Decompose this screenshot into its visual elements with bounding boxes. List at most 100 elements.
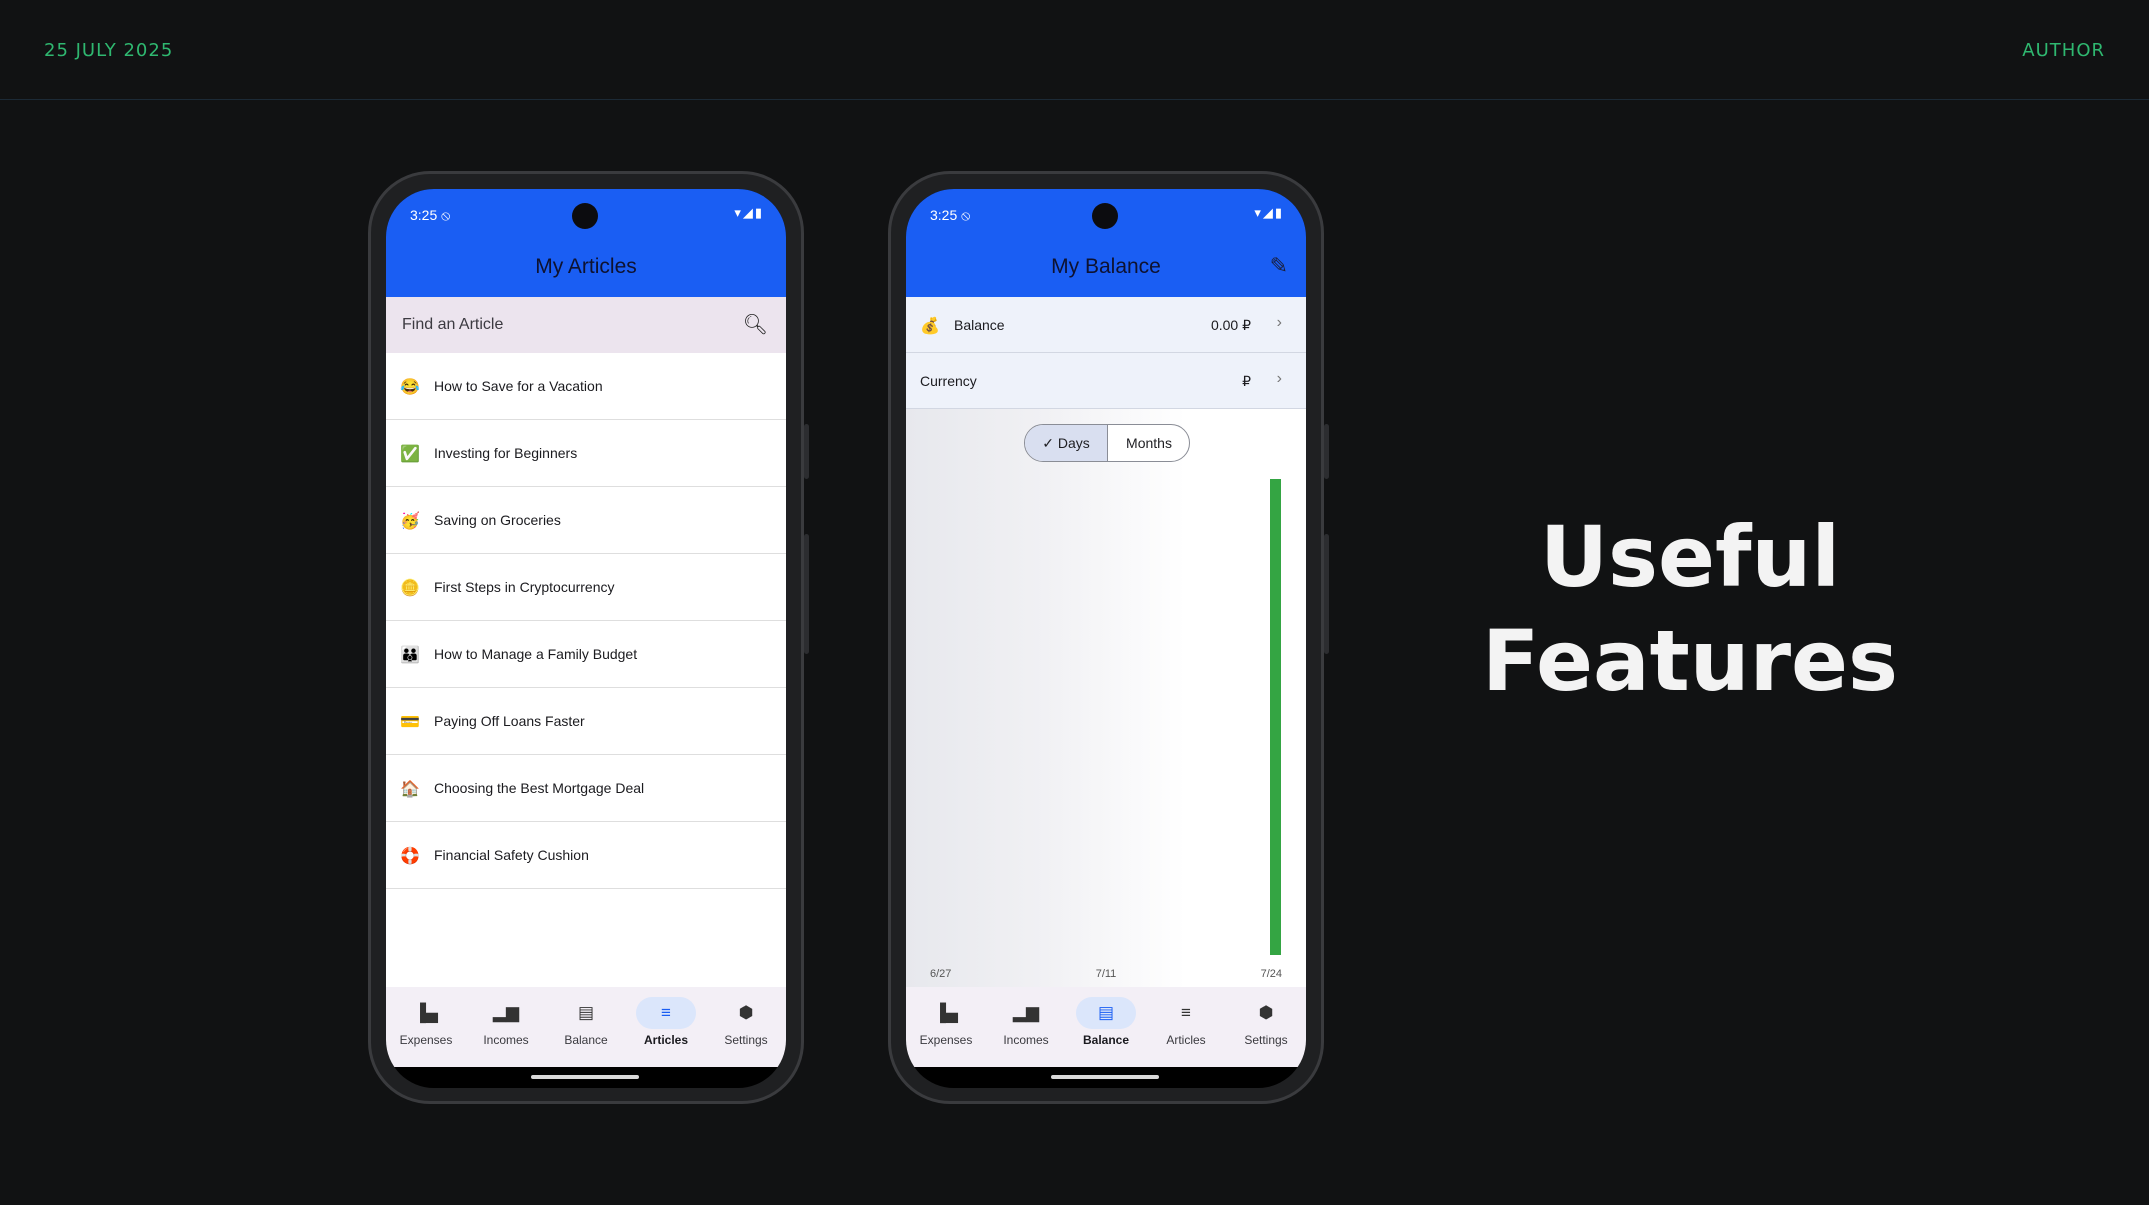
- search-bar[interactable]: Find an Article 🔍︎: [386, 297, 786, 353]
- nav-expenses[interactable]: ▐▄ Expenses: [386, 997, 466, 1047]
- article-title: Financial Safety Cushion: [434, 847, 589, 863]
- currency-row[interactable]: Currency ₽ ›: [906, 353, 1306, 409]
- nav-label: Incomes: [483, 1033, 529, 1047]
- article-item[interactable]: 🛟 Financial Safety Cushion: [386, 822, 786, 889]
- page-title: My Balance: [1051, 255, 1161, 278]
- article-item[interactable]: 👪 How to Manage a Family Budget: [386, 621, 786, 688]
- slide-date: 25 JULY 2025: [44, 40, 174, 61]
- status-icons: ▾◢▮: [734, 205, 764, 220]
- nav-label: Settings: [724, 1033, 768, 1047]
- power-button: [1324, 424, 1329, 479]
- articles-screen: 3:25 ⦸ ▾◢▮ My Articles Find an Article 🔍…: [386, 189, 786, 1088]
- nav-articles[interactable]: ≡ Articles: [626, 997, 706, 1047]
- gesture-bar[interactable]: [531, 1075, 639, 1079]
- nav-incomes[interactable]: ▂▆ Incomes: [986, 997, 1066, 1047]
- edit-pencil-icon[interactable]: ✎: [1270, 253, 1288, 279]
- x-tick-label: 6/27: [930, 968, 951, 980]
- money-bag-icon: 💰: [920, 318, 940, 335]
- article-emoji-icon: ✅: [400, 446, 420, 463]
- nav-balance[interactable]: ▤ Balance: [546, 997, 626, 1047]
- power-button: [804, 424, 809, 479]
- nav-incomes[interactable]: ▂▆ Incomes: [466, 997, 546, 1047]
- nav-label: Expenses: [399, 1033, 453, 1047]
- app-bar: My Balance ✎: [906, 237, 1306, 297]
- toggle-months[interactable]: Months: [1109, 425, 1189, 461]
- period-toggle: ✓ Days Months: [1024, 424, 1190, 462]
- chart-area: ✓ Days Months 6/27 7/11 7/24: [906, 409, 1306, 987]
- article-item[interactable]: 🪙 First Steps in Cryptocurrency: [386, 554, 786, 621]
- x-tick-label: 7/24: [1261, 968, 1282, 980]
- articles-icon: ≡: [1181, 1003, 1191, 1022]
- page-title: My Articles: [535, 255, 637, 278]
- article-title: Paying Off Loans Faster: [434, 713, 585, 729]
- balance-row[interactable]: 💰 Balance 0.00 ₽ ›: [906, 297, 1306, 353]
- article-title: Investing for Beginners: [434, 445, 578, 461]
- chevron-right-icon: ›: [1276, 314, 1282, 331]
- balance-label: Balance: [954, 317, 1005, 333]
- slide-header: 25 JULY 2025 AUTHOR: [0, 0, 2149, 100]
- nav-settings[interactable]: ⬢ Settings: [706, 997, 786, 1047]
- status-icons: ▾◢▮: [1254, 205, 1284, 220]
- nav-label: Incomes: [1003, 1033, 1049, 1047]
- bottom-nav: ▐▄ Expenses ▂▆ Incomes ▤ Balance ≡ Artic…: [906, 987, 1306, 1067]
- article-emoji-icon: 🏠: [400, 781, 420, 798]
- volume-button: [1324, 534, 1329, 654]
- nav-label: Articles: [643, 1033, 689, 1047]
- slide-headline: Useful Features: [1480, 505, 1900, 713]
- search-icon[interactable]: 🔍︎: [743, 312, 768, 337]
- status-time: 3:25 ⦸: [410, 207, 451, 223]
- nav-label: Expenses: [919, 1033, 973, 1047]
- article-item[interactable]: 💳 Paying Off Loans Faster: [386, 688, 786, 755]
- camera-cutout: [1092, 203, 1118, 229]
- article-item[interactable]: ✅ Investing for Beginners: [386, 420, 786, 487]
- nav-settings[interactable]: ⬢ Settings: [1226, 997, 1306, 1047]
- articles-content: Find an Article 🔍︎ 😂 How to Save for a Va…: [386, 297, 786, 987]
- chevron-right-icon: ›: [1276, 370, 1282, 387]
- headline-line-2: Features: [1482, 612, 1898, 710]
- camera-cutout: [572, 203, 598, 229]
- nav-label: Balance: [1082, 1033, 1130, 1047]
- volume-button: [804, 534, 809, 654]
- article-item[interactable]: 😂 How to Save for a Vacation: [386, 353, 786, 420]
- expenses-icon: ▐▄: [933, 1003, 959, 1022]
- search-input[interactable]: Find an Article: [402, 316, 503, 334]
- nav-expenses[interactable]: ▐▄ Expenses: [906, 997, 986, 1047]
- articles-icon: ≡: [636, 997, 696, 1029]
- balance-icon: ▤: [577, 1003, 595, 1022]
- status-bar: 3:25 ⦸ ▾◢▮: [906, 189, 1306, 237]
- nav-label: Settings: [1244, 1033, 1288, 1047]
- article-emoji-icon: 👪: [400, 647, 420, 664]
- article-title: Saving on Groceries: [434, 512, 561, 528]
- article-item[interactable]: 🏠 Choosing the Best Mortgage Deal: [386, 755, 786, 822]
- status-time: 3:25 ⦸: [930, 207, 971, 223]
- toggle-days[interactable]: ✓ Days: [1025, 425, 1108, 461]
- currency-value: ₽: [1242, 373, 1251, 389]
- app-bar: My Articles: [386, 237, 786, 297]
- article-title: How to Manage a Family Budget: [434, 646, 638, 662]
- phone-articles: 3:25 ⦸ ▾◢▮ My Articles Find an Article 🔍…: [368, 171, 809, 1104]
- x-tick-label: 7/11: [1096, 968, 1117, 980]
- gesture-bar[interactable]: [1051, 1075, 1159, 1079]
- slide-author: AUTHOR: [2022, 40, 2105, 61]
- balance-value: 0.00 ₽: [1210, 317, 1251, 333]
- incomes-icon: ▂▆: [492, 1003, 520, 1022]
- article-title: First Steps in Cryptocurrency: [434, 579, 615, 595]
- article-title: Choosing the Best Mortgage Deal: [434, 780, 645, 796]
- gear-icon: ⬢: [1258, 1003, 1274, 1022]
- balance-content: 💰 Balance 0.00 ₽ › Currency ₽ › ✓ Days M…: [906, 297, 1306, 987]
- currency-label: Currency: [920, 373, 977, 389]
- article-emoji-icon: 😂: [400, 379, 420, 396]
- article-item[interactable]: 🥳 Saving on Groceries: [386, 487, 786, 554]
- expenses-icon: ▐▄: [413, 1003, 439, 1022]
- nav-label: Articles: [1166, 1033, 1206, 1047]
- bottom-nav: ▐▄ Expenses ▂▆ Incomes ▤ Balance ≡ Artic…: [386, 987, 786, 1067]
- article-emoji-icon: 🪙: [400, 580, 420, 597]
- phone-balance: 3:25 ⦸ ▾◢▮ My Balance ✎ 💰 Balance 0.00 ₽…: [888, 171, 1329, 1104]
- chart-bar: [1270, 479, 1281, 955]
- incomes-icon: ▂▆: [1012, 1003, 1040, 1022]
- nav-articles[interactable]: ≡ Articles: [1146, 997, 1226, 1047]
- nav-balance[interactable]: ▤ Balance: [1066, 997, 1146, 1047]
- headline-line-1: Useful: [1539, 508, 1841, 606]
- status-bar: 3:25 ⦸ ▾◢▮: [386, 189, 786, 237]
- balance-chart: 6/27 7/11 7/24: [930, 479, 1282, 980]
